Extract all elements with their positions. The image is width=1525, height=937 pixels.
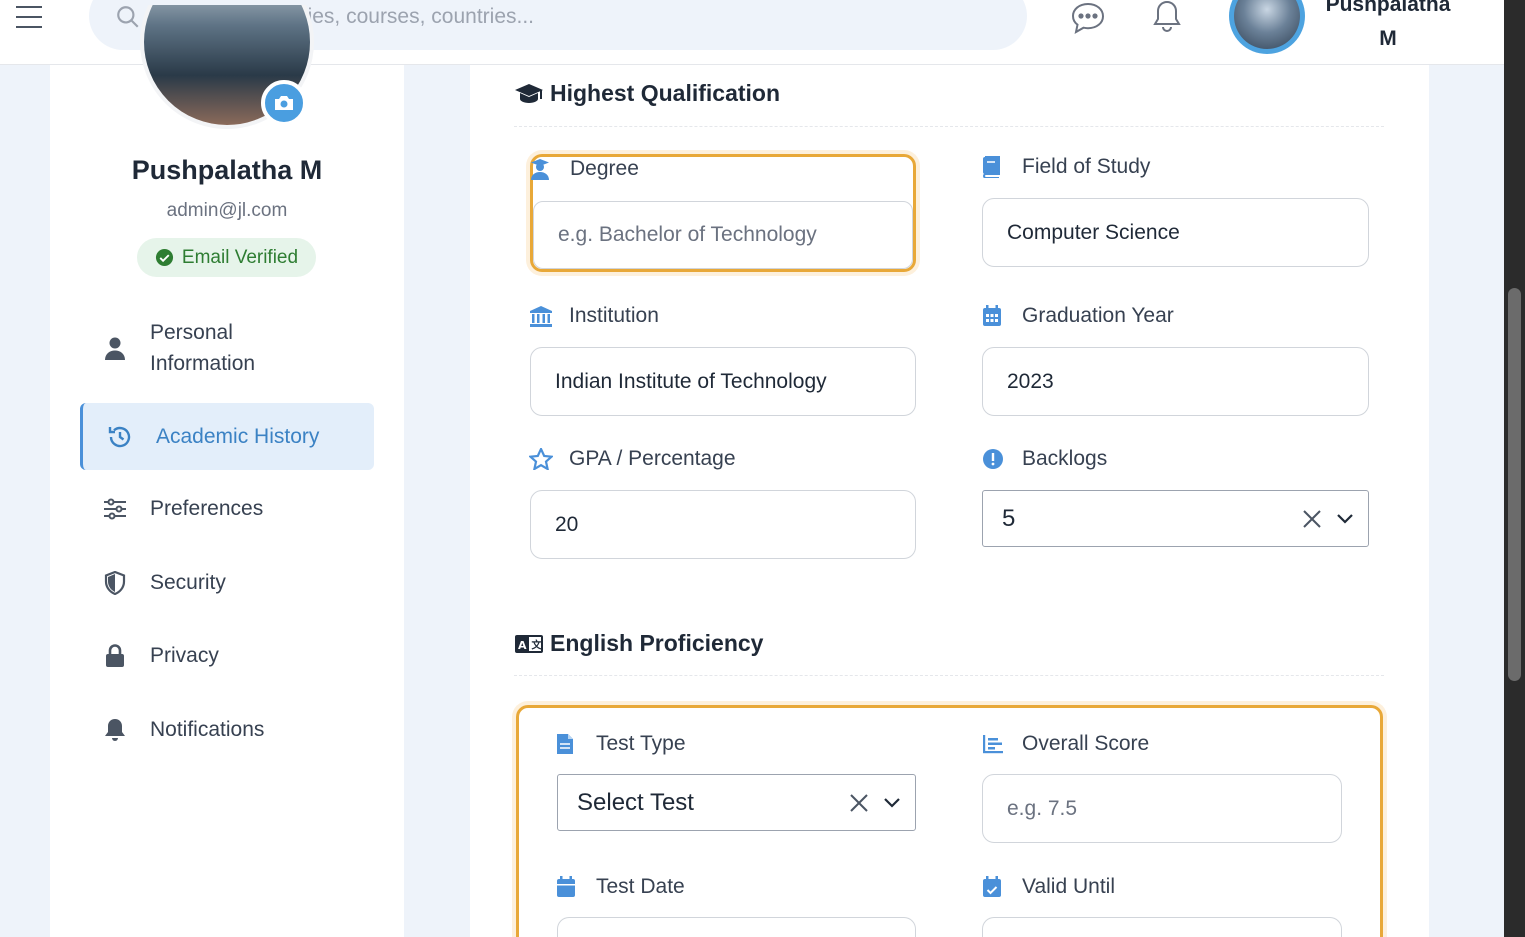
star-icon <box>529 448 553 470</box>
camera-button[interactable] <box>261 80 307 126</box>
shield-icon <box>104 571 126 595</box>
profile-email: admin@jl.com <box>166 200 288 221</box>
exclamation-circle-icon <box>983 449 1003 469</box>
divider <box>514 675 1384 676</box>
divider <box>514 126 1384 127</box>
sidebar-item-notifications[interactable]: Notifications <box>80 712 374 748</box>
degree-label: Degree <box>530 157 639 181</box>
field-of-study-input[interactable]: Computer Science <box>982 198 1369 267</box>
lock-icon <box>106 644 124 667</box>
test-type-select[interactable]: Select Test <box>557 774 916 831</box>
valid-until-input[interactable] <box>982 917 1342 937</box>
backlogs-value: 5 <box>1002 504 1016 532</box>
graduation-year-label: Graduation Year <box>982 304 1174 328</box>
book-icon <box>983 156 1000 178</box>
bell-icon <box>105 719 125 741</box>
clear-icon[interactable] <box>1302 509 1322 529</box>
sliders-icon <box>104 498 126 520</box>
camera-icon <box>275 96 293 110</box>
field-of-study-label: Field of Study <box>982 155 1150 179</box>
profile-sidebar: Pushpalatha M admin@jl.com Email Verifie… <box>50 5 404 937</box>
institution-input[interactable]: Indian Institute of Technology <box>530 347 916 416</box>
chevron-down-icon[interactable] <box>883 797 901 809</box>
check-circle-icon <box>155 248 173 267</box>
test-date-input[interactable] <box>557 917 916 937</box>
backlogs-select[interactable]: 5 <box>982 490 1369 547</box>
sidebar-item-personal-information[interactable]: Personal Information <box>80 317 374 379</box>
sidebar-item-preferences[interactable]: Preferences <box>80 491 374 527</box>
graduate-user-icon <box>531 159 549 180</box>
sidebar-item-label: Preferences <box>150 497 264 520</box>
sidebar-item-label: Personal Information <box>150 321 256 375</box>
sidebar-item-label: Notifications <box>150 718 265 741</box>
sidebar-item-security[interactable]: Security <box>80 565 374 601</box>
degree-input[interactable]: e.g. Bachelor of Technology <box>533 201 913 269</box>
test-type-value: Select Test <box>577 788 694 816</box>
scrollbar[interactable] <box>1504 0 1525 937</box>
graduation-cap-icon <box>515 83 543 103</box>
verified-label: Email Verified <box>181 246 299 268</box>
calendar-check-icon <box>983 876 1001 897</box>
avatar[interactable] <box>1229 0 1305 54</box>
main-content: Highest Qualification Degree e.g. Bachel… <box>470 65 1429 937</box>
scrollbar-thumb[interactable] <box>1508 288 1521 681</box>
institution-label: Institution <box>529 304 659 328</box>
sidebar-item-label: Privacy <box>150 644 219 667</box>
bell-icon[interactable] <box>1152 0 1182 34</box>
gpa-input[interactable]: 20 <box>530 490 916 559</box>
menu-icon[interactable] <box>16 6 42 28</box>
sidebar-item-label: Academic History <box>156 424 320 448</box>
sidebar-item-label: Security <box>150 571 226 594</box>
calendar-icon <box>983 305 1001 326</box>
test-date-label: Test Date <box>556 875 685 899</box>
history-icon <box>108 426 130 447</box>
language-icon: A文 <box>515 634 543 653</box>
document-icon <box>557 734 573 754</box>
sidebar-item-privacy[interactable]: Privacy <box>80 638 374 674</box>
top-user-name[interactable]: Pushpalatha M <box>1318 0 1458 56</box>
valid-until-label: Valid Until <box>982 875 1115 899</box>
svg-text:A: A <box>518 639 527 652</box>
overall-score-input[interactable]: e.g. 7.5 <box>982 774 1342 843</box>
search-icon <box>117 6 139 28</box>
chevron-down-icon[interactable] <box>1336 513 1354 525</box>
overall-score-label: Overall Score <box>982 732 1149 756</box>
chat-icon[interactable] <box>1070 2 1106 34</box>
graduation-year-input[interactable]: 2023 <box>982 347 1369 416</box>
institution-icon <box>530 306 552 327</box>
gpa-label: GPA / Percentage <box>529 447 736 471</box>
email-verified-badge: Email Verified <box>137 238 316 277</box>
clear-icon[interactable] <box>849 793 869 813</box>
section-title-qualification: Highest Qualification <box>514 80 780 107</box>
chart-bar-icon <box>983 735 1003 754</box>
sidebar-item-academic-history[interactable]: Academic History <box>80 403 374 470</box>
profile-name: Pushpalatha M <box>131 155 323 185</box>
svg-text:文: 文 <box>532 638 543 651</box>
test-type-label: Test Type <box>556 732 686 756</box>
user-icon <box>105 337 125 360</box>
backlogs-label: Backlogs <box>982 447 1107 471</box>
calendar-icon <box>557 876 575 897</box>
section-title-english: A文 English Proficiency <box>514 630 763 657</box>
